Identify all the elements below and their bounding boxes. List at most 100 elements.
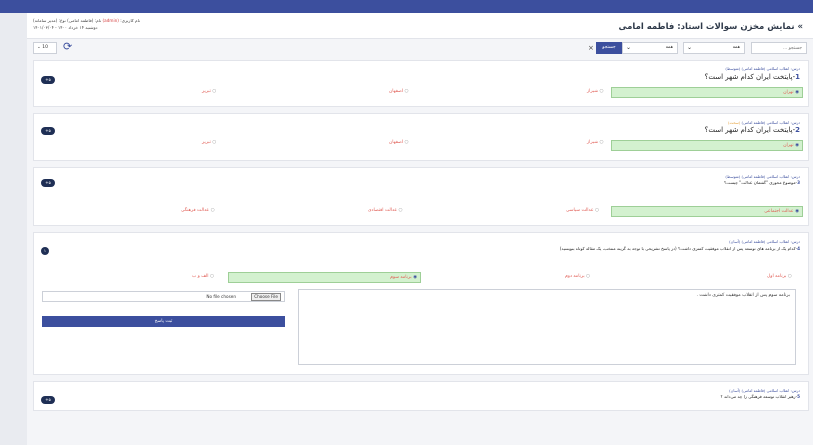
option-label: تبریز: [202, 140, 211, 145]
question-number: 1: [795, 73, 800, 81]
user-label: نام کاربری:: [118, 18, 141, 23]
question-meta: درس: انقلاب اسلامی (فاطمه امامی) (آسان): [729, 388, 800, 393]
filter-select-2[interactable]: همه ⌄: [622, 42, 678, 54]
option-label: برنامه سوم: [390, 275, 412, 280]
option-label: شیراز: [587, 140, 599, 145]
clear-icon[interactable]: ×: [588, 42, 594, 54]
filter-toolbar: همه ⌄ همه ⌄ جستجو × ⌄ 10 ⟳: [27, 40, 813, 57]
score-badge[interactable]: +۵: [41, 179, 55, 187]
question-body: -پایتخت ایران کدام شهر است؟: [704, 73, 796, 81]
option-correct[interactable]: ◉ تهران: [611, 87, 803, 98]
answer-textarea[interactable]: برنامه سوم پس از انقلاب موفقیت کمتری داش…: [298, 289, 796, 365]
radio-icon: ○: [594, 208, 599, 213]
question-text: 5-رهبر انقلاب توسعه فرهنگی را چه می‌داند…: [721, 394, 801, 399]
option[interactable]: ○ اصفهان: [389, 89, 408, 94]
option[interactable]: ○ عدالت سیاسی: [566, 208, 599, 213]
option[interactable]: ○ عدالت فرهنگی: [181, 208, 215, 213]
option[interactable]: ○ الف و ب: [192, 274, 214, 279]
chevron-down-icon: ⌄: [626, 44, 632, 51]
question-text: 3-موضوع محوری "گفتمان عدالت" چیست؟: [724, 180, 800, 185]
page-header: نام کاربری: (admin) نام: (فاطمه امامی) ن…: [27, 13, 813, 39]
question-card-5: درس: انقلاب اسلامی (فاطمه امامی) (آسان) …: [33, 381, 809, 411]
filter-select-1[interactable]: همه ⌄: [683, 42, 745, 54]
option-label: اصفهان: [389, 89, 404, 94]
option[interactable]: ○ عدالت اقتصادی: [368, 208, 402, 213]
radio-checked-icon: ◉: [795, 143, 799, 148]
question-body: -پایتخت ایران کدام شهر است؟: [704, 126, 796, 134]
page-title: » نمایش مخزن سوالات استاد: فاطمه امامی: [618, 22, 803, 32]
user-info: نام کاربری: (admin) نام: (فاطمه امامی) ن…: [33, 18, 140, 30]
score-badge[interactable]: +۵: [41, 76, 55, 84]
course-info: درس: انقلاب اسلامی (فاطمه امامی): [740, 174, 800, 179]
submit-answer-button[interactable]: ثبت پاسخ: [42, 316, 285, 327]
option-correct[interactable]: ◉ عدالت اجتماعی: [611, 206, 803, 217]
question-body: -رهبر انقلاب توسعه فرهنگی را چه می‌داند …: [720, 394, 798, 399]
option-label: اصفهان: [389, 140, 404, 145]
option-correct[interactable]: ◉ تهران: [611, 140, 803, 151]
course-info: درس: انقلاب اسلامی (فاطمه امامی): [740, 66, 800, 71]
option-label: تهران: [783, 90, 794, 95]
question-text: 1-پایتخت ایران کدام شهر است؟: [705, 73, 800, 81]
option[interactable]: ○ شیراز: [587, 140, 603, 145]
per-page-value: 10: [42, 45, 48, 50]
question-body: -موضوع محوری "گفتمان عدالت" چیست؟: [724, 180, 798, 185]
question-card-3: درس: انقلاب اسلامی (فاطمه امامی) (متوسط)…: [33, 167, 809, 226]
radio-icon: ○: [398, 208, 403, 213]
option-label: تبریز: [202, 89, 211, 94]
score-badge[interactable]: +۵: [41, 396, 55, 404]
score-badge[interactable]: +۵: [41, 127, 55, 135]
option[interactable]: ○ برنامه دوم: [565, 274, 590, 279]
course-info: درس: انقلاب اسلامی (فاطمه امامی): [740, 120, 800, 125]
score-badge[interactable]: ۱: [41, 247, 49, 255]
top-bar: [0, 0, 813, 13]
filter-select-1-value: همه: [732, 45, 740, 50]
radio-icon: ○: [212, 89, 217, 94]
radio-checked-icon: ◉: [413, 275, 417, 280]
option-label: عدالت اقتصادی: [368, 208, 398, 213]
difficulty-level: (متوسط): [725, 66, 741, 71]
question-meta: درس: انقلاب اسلامی (فاطمه امامی) (آسان): [729, 239, 800, 244]
course-info: درس: انقلاب اسلامی (فاطمه امامی): [740, 239, 800, 244]
option-label: عدالت فرهنگی: [181, 208, 210, 213]
radio-icon: ○: [404, 140, 409, 145]
search-input[interactable]: [751, 42, 807, 54]
difficulty-level: (آسان): [729, 388, 741, 393]
option[interactable]: ○ برنامه اول: [767, 274, 792, 279]
question-number: 2: [795, 126, 800, 134]
question-number: 3: [797, 180, 800, 185]
option-correct[interactable]: ◉ برنامه سوم: [228, 272, 421, 283]
user-role: (admin): [102, 18, 119, 23]
option-label: عدالت اجتماعی: [764, 209, 794, 214]
option[interactable]: ○ اصفهان: [389, 140, 408, 145]
option-label: برنامه دوم: [565, 274, 585, 279]
radio-icon: ○: [210, 274, 214, 279]
filter-select-2-value: همه: [665, 45, 673, 50]
question-text: 4-کدام یک از برنامه های توسعه پس از انقل…: [560, 246, 800, 251]
radio-icon: ○: [787, 274, 792, 279]
question-number: 5: [797, 394, 800, 399]
option[interactable]: ○ تبریز: [202, 140, 216, 145]
option-label: عدالت سیاسی: [566, 208, 594, 213]
radio-icon: ○: [404, 89, 409, 94]
question-meta: درس: انقلاب اسلامی (فاطمه امامی) (سخت): [728, 120, 800, 125]
option-label: تهران: [783, 143, 794, 148]
question-text: 2-پایتخت ایران کدام شهر است؟: [705, 126, 800, 134]
question-meta: درس: انقلاب اسلامی (فاطمه امامی) (متوسط): [725, 66, 800, 71]
radio-icon: ○: [599, 140, 604, 145]
radio-icon: ○: [212, 140, 217, 145]
refresh-icon[interactable]: ⟳: [63, 40, 72, 54]
per-page-select[interactable]: ⌄ 10: [33, 42, 57, 54]
radio-checked-icon: ◉: [795, 209, 799, 214]
file-upload[interactable]: Choose File No file chosen: [42, 291, 285, 302]
course-info: درس: انقلاب اسلامی (فاطمه امامی): [740, 388, 800, 393]
option[interactable]: ○ شیراز: [587, 89, 603, 94]
option-label: برنامه اول: [767, 274, 787, 279]
difficulty-level: (سخت): [727, 120, 741, 125]
question-card-1: درس: انقلاب اسلامی (فاطمه امامی) (متوسط)…: [33, 60, 809, 107]
option[interactable]: ○ تبریز: [202, 89, 216, 94]
choose-file-button[interactable]: Choose File: [251, 293, 281, 301]
question-number: 4: [797, 246, 800, 251]
radio-icon: ○: [586, 274, 590, 279]
current-date: دوشنبه ۱۴ خرداد ۱۴۰۰ - ۱۴۰۱/۰۳/۰۴: [33, 25, 98, 30]
search-button[interactable]: جستجو: [596, 42, 622, 54]
